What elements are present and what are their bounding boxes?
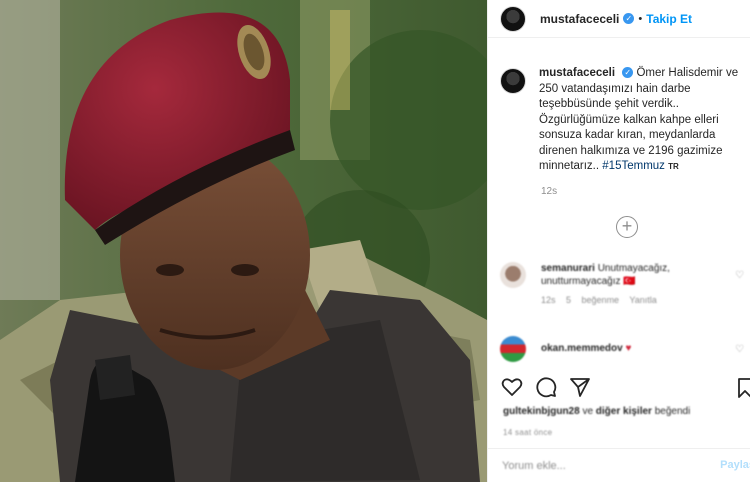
verified-badge-icon: ✓ (622, 67, 634, 79)
heart-icon[interactable] (500, 375, 524, 399)
comment-body: okan.memmedov ♥ (541, 342, 731, 362)
comment-likes[interactable]: 5 beğenme (566, 295, 619, 305)
comment-form: Paylaş (488, 448, 750, 482)
commenter-username[interactable]: okan.memmedov (541, 343, 623, 354)
post-caption: mustafaceceli ✓ Ömer Halisdemir ve 250 v… (500, 66, 745, 175)
comment-meta: 12s 5 beğenme Yanıtla (541, 294, 731, 307)
separator-dot: • (638, 12, 643, 25)
bookmark-icon[interactable] (733, 376, 750, 400)
reply-button[interactable]: Yanıtla (629, 295, 656, 305)
caption-body: mustafaceceli ✓ Ömer Halisdemir ve 250 v… (539, 66, 745, 175)
paper-plane-icon[interactable] (568, 375, 592, 399)
comment-text: ♥ (625, 343, 632, 354)
likes-suffix: beğendi (654, 406, 691, 417)
comment-item: semanurari Unutmayacağız, unutturmayacağ… (500, 262, 750, 307)
follow-button[interactable]: Takip Et (646, 12, 692, 26)
heart-icon[interactable]: ♡ (735, 270, 745, 281)
hashtag-link[interactable]: #15Temmuz (602, 160, 665, 172)
post-comment-button[interactable]: Paylaş (720, 459, 750, 471)
comment-body: semanurari Unutmayacağız, unutturmayacağ… (541, 262, 731, 307)
post-actions (500, 374, 750, 400)
caption-username[interactable]: mustafaceceli (539, 67, 615, 79)
heart-icon[interactable]: ♡ (735, 344, 745, 355)
likes-summary[interactable]: gultekinbjgun28 ve diğer kişiler beğendi (503, 406, 690, 417)
liker-username[interactable]: gultekinbjgun28 (503, 406, 580, 417)
comment-item: okan.memmedov ♥ ♡ (500, 336, 750, 362)
verified-badge-icon: ✓ (623, 13, 635, 24)
commenter-avatar[interactable] (500, 262, 526, 288)
post-photo[interactable] (0, 0, 487, 482)
likes-others[interactable]: diğer kişiler (596, 406, 652, 417)
comment-time: 12s (541, 295, 556, 305)
translation-badge[interactable]: TR (668, 162, 679, 171)
caption-time: 12s (541, 186, 558, 197)
likes-middle: ve (582, 406, 594, 417)
comment-input[interactable] (502, 459, 702, 472)
caption-text: Ömer Halisdemir ve 250 vatandaşımızı hai… (539, 67, 739, 172)
post-header: mustafaceceli ✓ • Takip Et (488, 0, 750, 38)
author-avatar[interactable] (500, 5, 526, 32)
post-side-panel: mustafaceceli ✓ • Takip Et mustafaceceli… (487, 0, 750, 482)
post-date[interactable]: 14 saat önce (503, 428, 552, 437)
plus-circle-icon[interactable]: + (616, 216, 638, 238)
commenter-avatar[interactable] (500, 336, 526, 362)
commenter-username[interactable]: semanurari (541, 263, 595, 274)
soldier-photo (0, 0, 487, 482)
author-username[interactable]: mustafaceceli (540, 12, 619, 26)
comment-icon[interactable] (534, 375, 558, 399)
caption-avatar[interactable] (500, 68, 526, 94)
